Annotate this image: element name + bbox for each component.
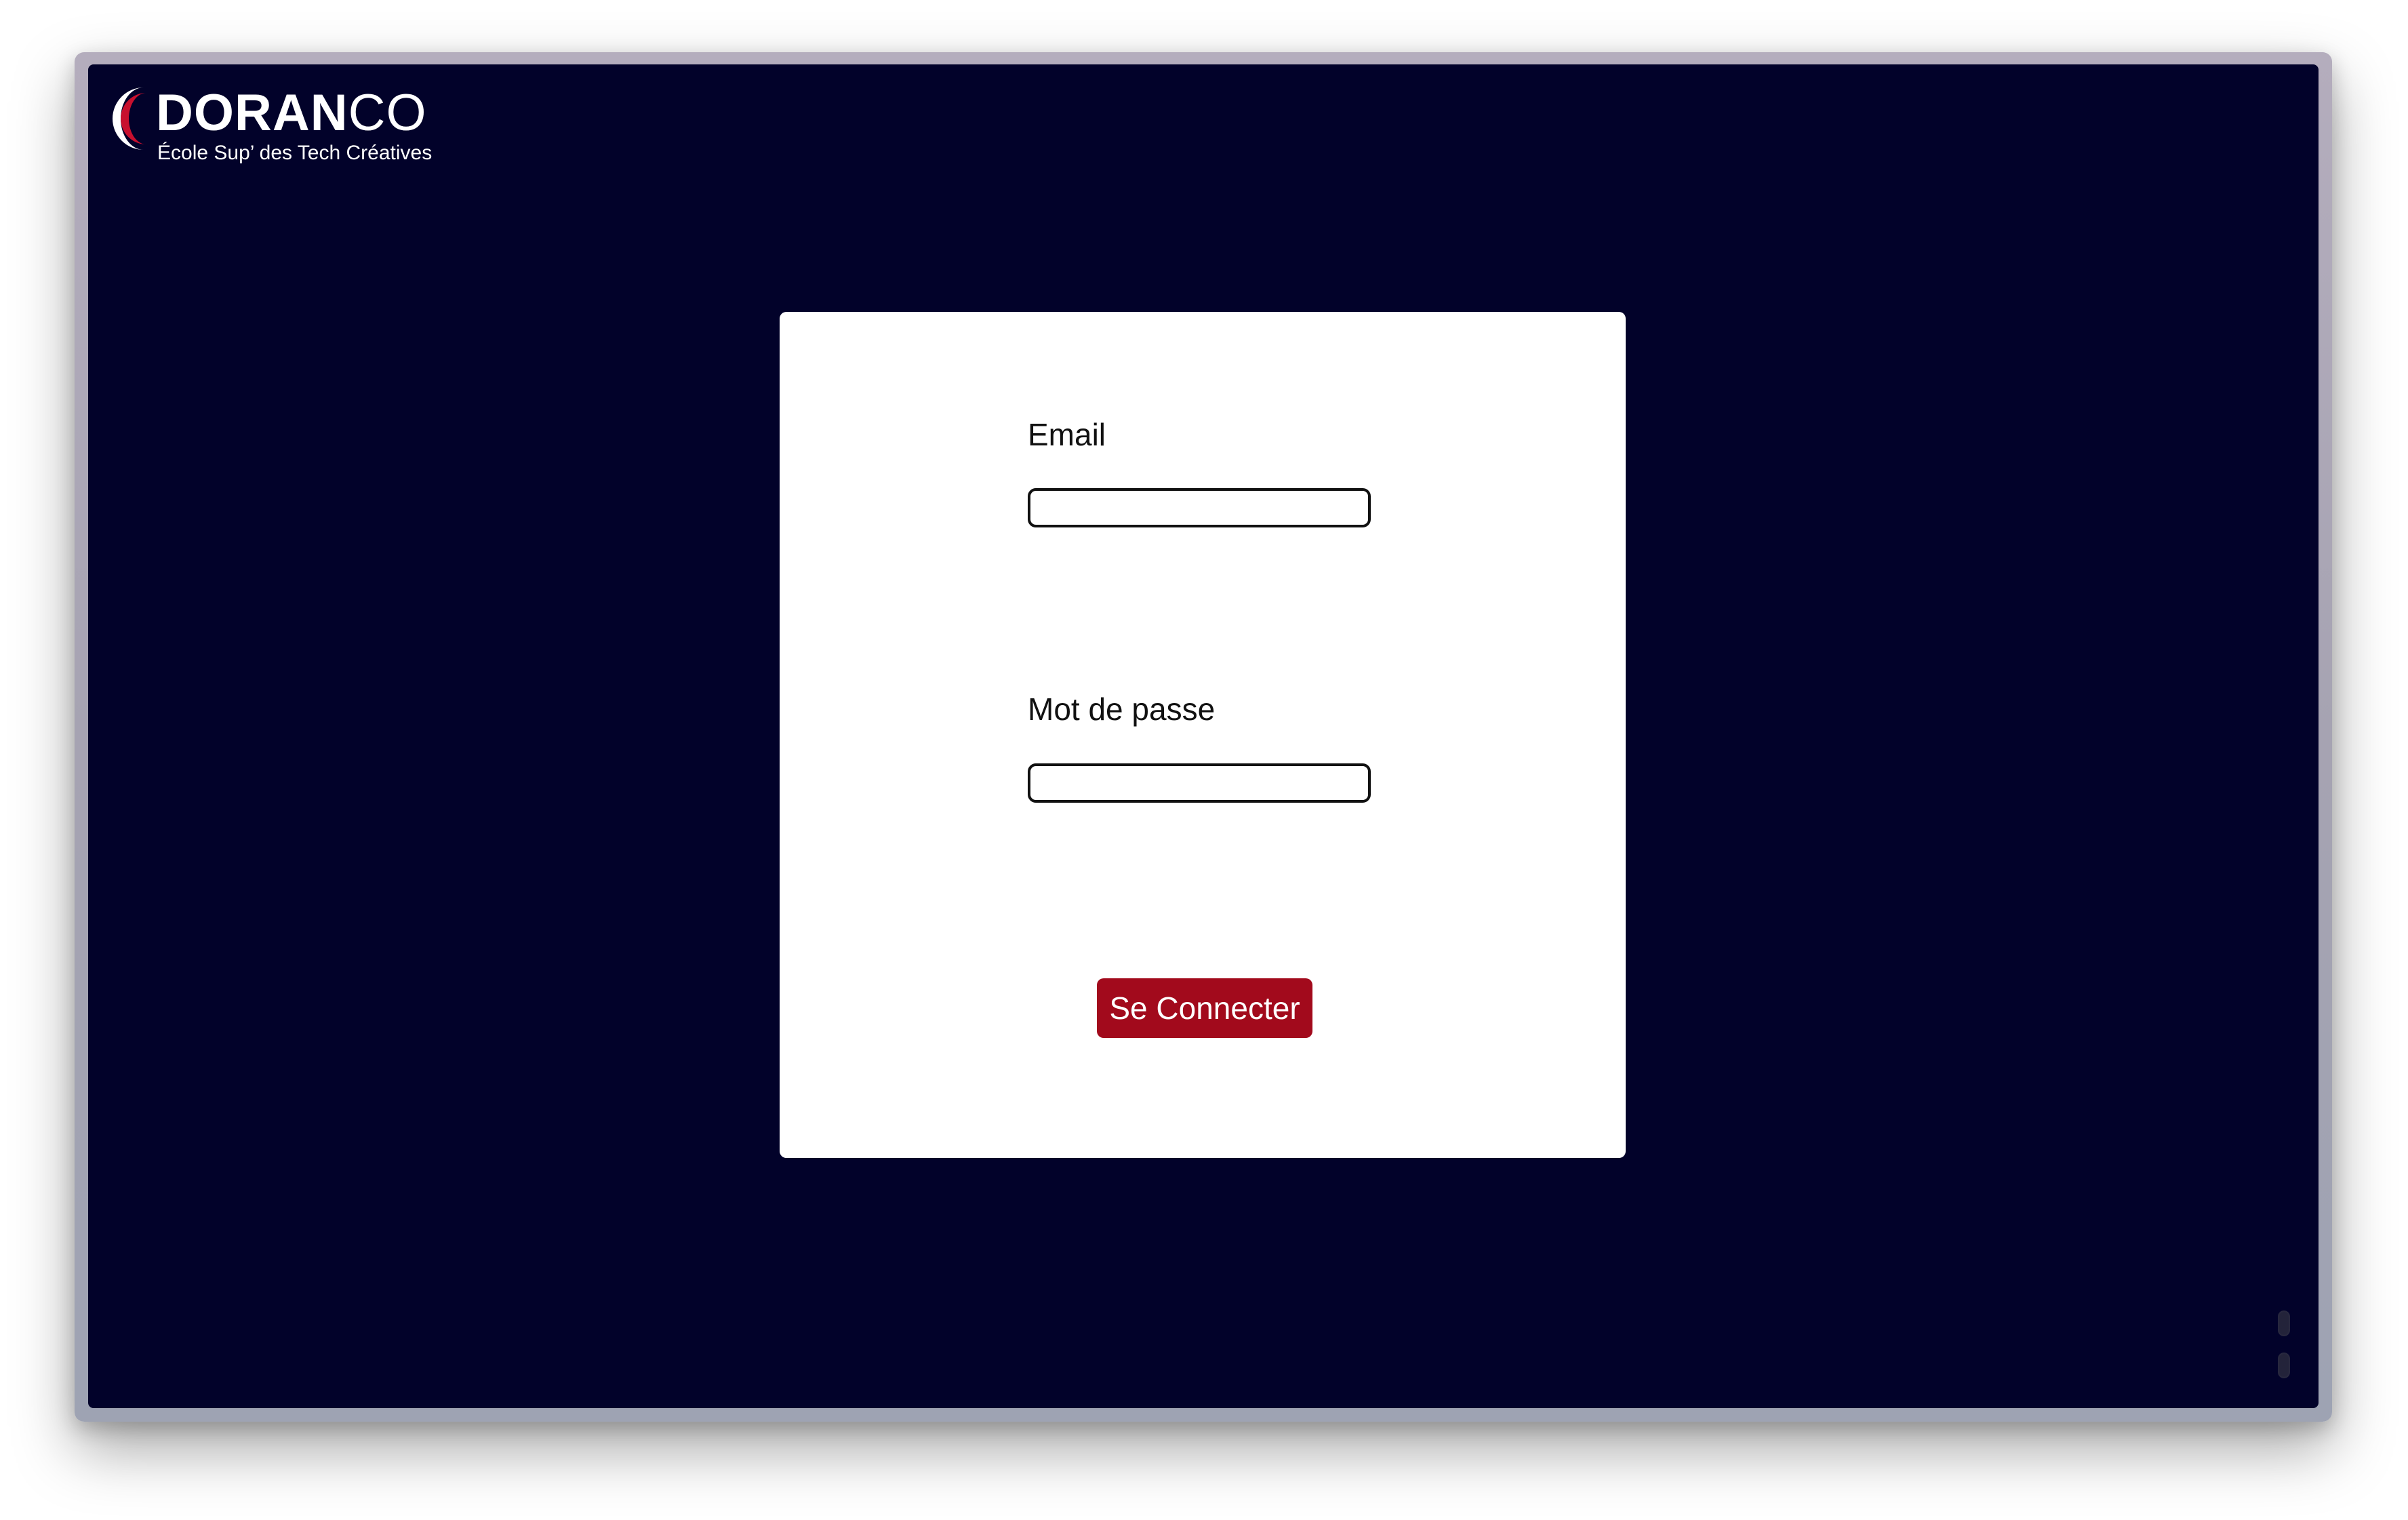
brand-name-bold: DORAN: [156, 84, 348, 142]
side-button-top: [2278, 1311, 2290, 1336]
password-field[interactable]: [1028, 763, 1371, 803]
email-field[interactable]: [1028, 488, 1371, 527]
login-button[interactable]: Se Connecter: [1097, 978, 1312, 1038]
side-button-bottom: [2278, 1353, 2290, 1378]
brand-name-thin: CO: [348, 84, 427, 142]
brand-tagline: École Sup’ des Tech Créatives: [157, 142, 433, 164]
app-screen: DORANCO École Sup’ des Tech Créatives Em…: [88, 64, 2319, 1408]
brand-name: DORANCO: [156, 85, 427, 142]
doranco-crescent-icon: [113, 87, 146, 150]
login-card: Email Mot de passe Se Connecter: [780, 312, 1626, 1158]
email-label: Email: [1028, 417, 1106, 452]
password-label: Mot de passe: [1028, 692, 1216, 727]
device-frame: DORANCO École Sup’ des Tech Créatives Em…: [75, 52, 2332, 1422]
brand-logo[interactable]: DORANCO École Sup’ des Tech Créatives: [108, 85, 447, 164]
